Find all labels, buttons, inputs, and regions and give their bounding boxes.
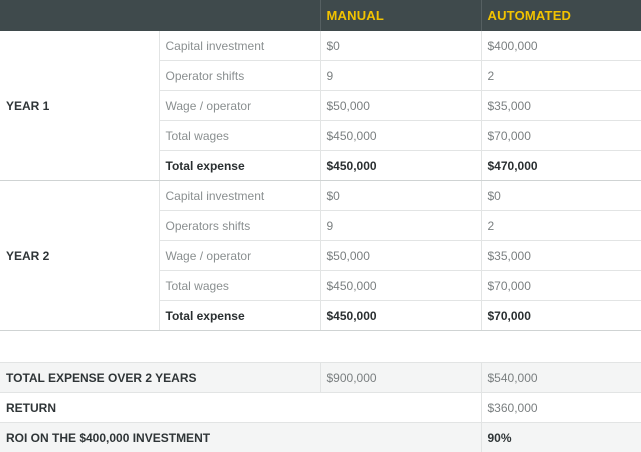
manual-value: $0 [320, 181, 481, 211]
return-label: RETURN [0, 393, 481, 423]
manual-value: $450,000 [320, 151, 481, 181]
automated-value: $70,000 [481, 301, 641, 331]
automated-value: $70,000 [481, 271, 641, 301]
table-row: YEAR 2 Capital investment $0 $0 [0, 181, 641, 211]
spacer-cell [0, 331, 641, 363]
row-label: Wage / operator [159, 91, 320, 121]
automated-value: $400,000 [481, 31, 641, 61]
total-expense-manual: $900,000 [320, 363, 481, 393]
manual-value: $450,000 [320, 271, 481, 301]
manual-value: 9 [320, 61, 481, 91]
table-row: YEAR 1 Capital investment $0 $400,000 [0, 31, 641, 61]
total-expense-automated: $540,000 [481, 363, 641, 393]
header-manual: MANUAL [320, 0, 481, 31]
return-row: RETURN $360,000 [0, 393, 641, 423]
row-label: Capital investment [159, 31, 320, 61]
spacer-row [0, 331, 641, 363]
automated-value: $470,000 [481, 151, 641, 181]
manual-value: $50,000 [320, 241, 481, 271]
return-value: $360,000 [481, 393, 641, 423]
automated-value: 2 [481, 211, 641, 241]
automated-value: $35,000 [481, 241, 641, 271]
automated-value: $70,000 [481, 121, 641, 151]
manual-value: $450,000 [320, 121, 481, 151]
row-label: Total wages [159, 271, 320, 301]
row-label: Operator shifts [159, 61, 320, 91]
row-label: Operators shifts [159, 211, 320, 241]
roi-comparison-table: MANUAL AUTOMATED YEAR 1 Capital investme… [0, 0, 641, 452]
roi-row: ROI ON THE $400,000 INVESTMENT 90% [0, 423, 641, 452]
header-row: MANUAL AUTOMATED [0, 0, 641, 31]
header-automated: AUTOMATED [481, 0, 641, 31]
row-label: Wage / operator [159, 241, 320, 271]
total-expense-label: TOTAL EXPENSE OVER 2 YEARS [0, 363, 320, 393]
roi-label: ROI ON THE $400,000 INVESTMENT [0, 423, 481, 452]
automated-value: $0 [481, 181, 641, 211]
manual-value: 9 [320, 211, 481, 241]
manual-value: $50,000 [320, 91, 481, 121]
manual-value: $0 [320, 31, 481, 61]
row-label: Total expense [159, 301, 320, 331]
manual-value: $450,000 [320, 301, 481, 331]
row-label: Total expense [159, 151, 320, 181]
automated-value: $35,000 [481, 91, 641, 121]
total-expense-row: TOTAL EXPENSE OVER 2 YEARS $900,000 $540… [0, 363, 641, 393]
automated-value: 2 [481, 61, 641, 91]
row-label: Capital investment [159, 181, 320, 211]
header-blank [159, 0, 320, 31]
roi-value: 90% [481, 423, 641, 452]
year-2-label: YEAR 2 [0, 181, 159, 331]
header-blank [0, 0, 159, 31]
year-1-label: YEAR 1 [0, 31, 159, 181]
row-label: Total wages [159, 121, 320, 151]
